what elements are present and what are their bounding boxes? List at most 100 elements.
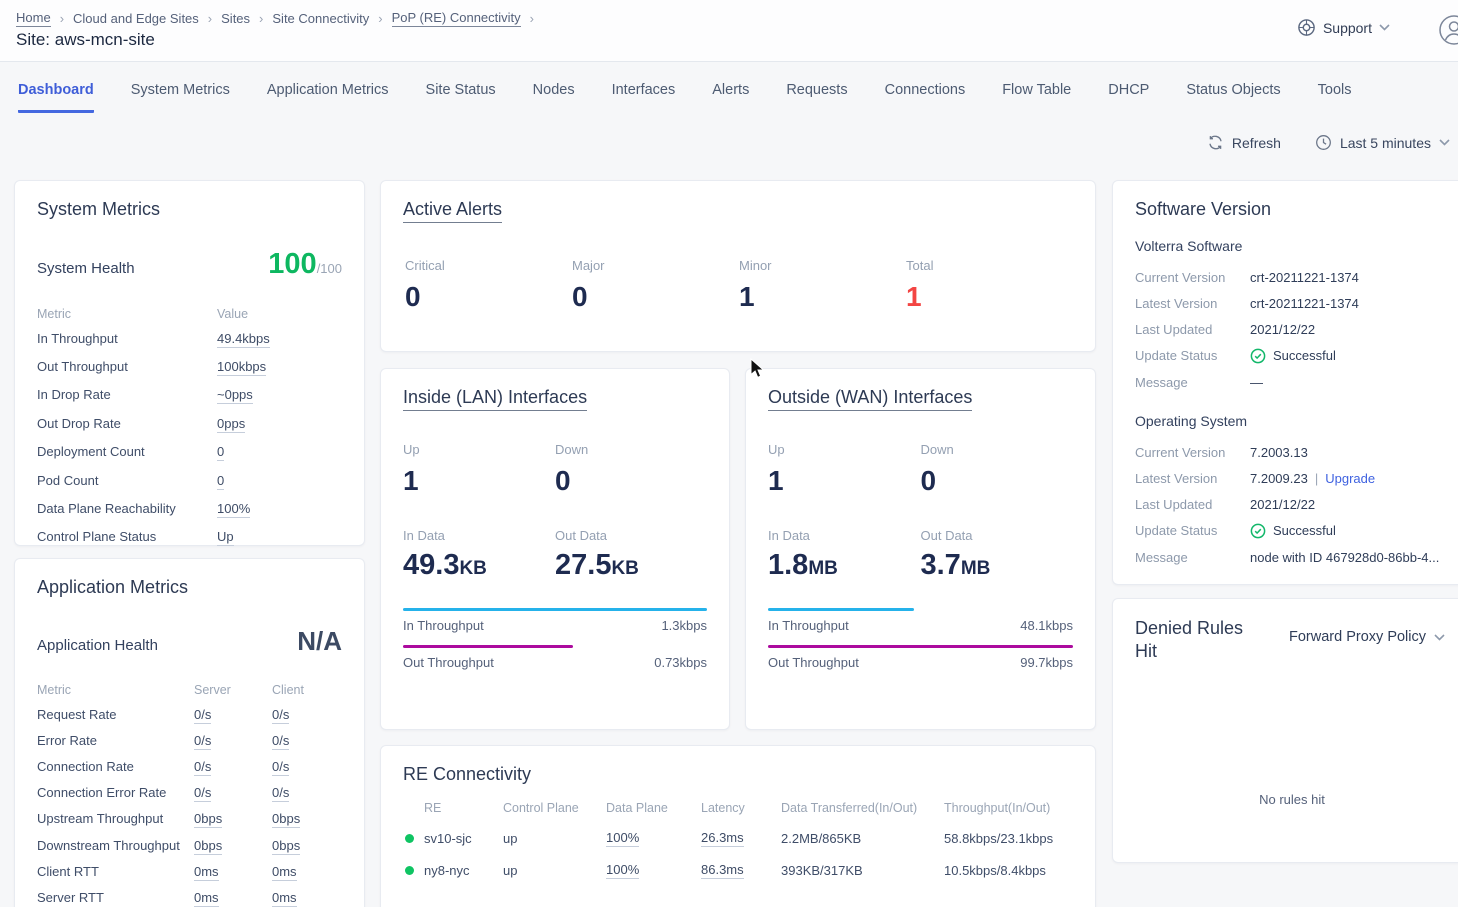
alert-stats: Critical 0 Major 0 Minor 1 Total 1 [403, 257, 1073, 313]
field-value: 7.2003.13 [1250, 445, 1308, 460]
client-value-link[interactable]: 0bps [272, 838, 300, 855]
in-throughput-value: 48.1kbps [1020, 618, 1073, 633]
life-ring-icon [1297, 18, 1316, 37]
metric-value-link[interactable]: 100% [217, 501, 250, 518]
status-dot-icon [405, 866, 414, 875]
client-value-link[interactable]: 0/s [272, 733, 289, 750]
tab[interactable]: Dashboard [18, 82, 94, 113]
metric-label: Downstream Throughput [37, 838, 194, 853]
server-value-link[interactable]: 0/s [194, 759, 211, 776]
data-transferred-value: 393KB/317KB [781, 863, 944, 878]
chevron-down-icon [1434, 634, 1445, 641]
tab[interactable]: Connections [885, 82, 966, 113]
metric-label: Upstream Throughput [37, 811, 194, 826]
system-metrics-panel: System Metrics System Health 100/100 Met… [14, 180, 365, 546]
policy-dropdown[interactable]: Forward Proxy Policy [1289, 629, 1445, 645]
out-throughput-bar [403, 645, 573, 648]
field-value: — [1250, 375, 1263, 390]
table-row: Error Rate 0/s 0/s [37, 727, 342, 753]
tab[interactable]: Interfaces [612, 82, 676, 113]
upgrade-link[interactable]: Upgrade [1325, 471, 1375, 486]
panel-title: RE Connectivity [403, 764, 1073, 785]
data-plane-link[interactable]: 100% [606, 830, 639, 847]
client-value-link[interactable]: 0ms [272, 864, 297, 881]
latency-link[interactable]: 86.3ms [701, 862, 744, 879]
software-version-row: Last Updated 2021/12/22 | [1135, 491, 1449, 517]
tab[interactable]: Nodes [533, 82, 575, 113]
chevron-down-icon [1379, 24, 1390, 31]
software-version-row: Current Version crt-20211221-1374 | [1135, 264, 1449, 290]
metric-label: Client RTT [37, 864, 194, 879]
breadcrumb-item[interactable]: Home [16, 10, 51, 27]
system-health-denominator: /100 [317, 261, 342, 276]
tab[interactable]: Alerts [712, 82, 749, 113]
table-row: Data Plane Reachability 100% [37, 495, 342, 523]
refresh-button[interactable]: Refresh [1207, 134, 1281, 151]
breadcrumb-item[interactable]: Sites [221, 11, 250, 26]
alert-stat-value: 1 [906, 281, 1073, 313]
wan-interfaces-title-link[interactable]: Outside (WAN) Interfaces [768, 387, 972, 411]
table-row: Client RTT 0ms 0ms [37, 858, 342, 884]
breadcrumb-separator-icon: › [259, 11, 263, 26]
software-version-row: Last Updated 2021/12/22 | [1135, 316, 1449, 342]
field-value: node with ID 467928d0-86bb-4... [1250, 550, 1439, 565]
tab[interactable]: Requests [786, 82, 847, 113]
field-label: Message [1135, 550, 1250, 565]
metric-value-link[interactable]: 49.4kbps [217, 331, 270, 348]
support-menu[interactable]: Support [1297, 18, 1390, 37]
policy-dropdown-value: Forward Proxy Policy [1289, 629, 1426, 645]
breadcrumb-item[interactable]: PoP (RE) Connectivity [392, 10, 521, 27]
tab[interactable]: System Metrics [131, 82, 230, 113]
metric-value-link[interactable]: ~0pps [217, 387, 253, 404]
table-row: In Drop Rate ~0pps [37, 382, 342, 410]
user-avatar-icon[interactable] [1438, 14, 1458, 46]
server-value-link[interactable]: 0/s [194, 733, 211, 750]
server-value-link[interactable]: 0/s [194, 785, 211, 802]
tab[interactable]: DHCP [1108, 82, 1149, 113]
metric-value-link[interactable]: 100kbps [217, 359, 266, 376]
lan-interfaces-title-link[interactable]: Inside (LAN) Interfaces [403, 387, 587, 411]
out-throughput-value: 0.73kbps [654, 655, 707, 670]
metric-label: Control Plane Status [37, 529, 217, 544]
client-value-link[interactable]: 0/s [272, 759, 289, 776]
latency-link[interactable]: 26.3ms [701, 830, 744, 847]
server-value-link[interactable]: 0bps [194, 838, 222, 855]
client-value-link[interactable]: 0/s [272, 707, 289, 724]
software-version-row: Update Status Successful | [1135, 342, 1449, 369]
server-value-link[interactable]: 0/s [194, 707, 211, 724]
server-value-link[interactable]: 0bps [194, 811, 222, 828]
tab[interactable]: Site Status [426, 82, 496, 113]
metric-value-link[interactable]: 0pps [217, 416, 245, 433]
metric-value-link[interactable]: Up [217, 529, 234, 546]
page-title: Site: aws-mcn-site [16, 30, 155, 50]
tab[interactable]: Tools [1318, 82, 1352, 113]
breadcrumb-item[interactable]: Site Connectivity [272, 11, 369, 26]
metric-value-link[interactable]: 0 [217, 444, 224, 461]
server-value-link[interactable]: 0ms [194, 890, 219, 907]
empty-state-text: No rules hit [1135, 792, 1449, 807]
metric-label: In Drop Rate [37, 387, 217, 402]
down-label: Down [555, 442, 588, 457]
alert-stat: Critical 0 [405, 257, 572, 313]
control-plane-value: up [503, 831, 606, 846]
server-value-link[interactable]: 0ms [194, 864, 219, 881]
active-alerts-title-link[interactable]: Active Alerts [403, 199, 502, 223]
up-label: Up [403, 442, 420, 457]
active-alerts-panel: Active Alerts Critical 0 Major 0 Minor 1… [380, 180, 1096, 352]
table-row: Request Rate 0/s 0/s [37, 701, 342, 727]
tab[interactable]: Flow Table [1002, 82, 1071, 113]
time-range-selector[interactable]: Last 5 minutes [1315, 134, 1450, 151]
breadcrumb-item[interactable]: Cloud and Edge Sites [73, 11, 199, 26]
client-value-link[interactable]: 0/s [272, 785, 289, 802]
field-label: Latest Version [1135, 296, 1250, 311]
data-plane-link[interactable]: 100% [606, 862, 639, 879]
down-label: Down [921, 442, 954, 457]
metric-value-link[interactable]: 0 [217, 473, 224, 490]
client-value-link[interactable]: 0ms [272, 890, 297, 907]
column-header-latency: Latency [701, 801, 781, 815]
out-throughput-value: 99.7kbps [1020, 655, 1073, 670]
tab[interactable]: Status Objects [1186, 82, 1280, 113]
client-value-link[interactable]: 0bps [272, 811, 300, 828]
re-name: ny8-nyc [424, 863, 470, 878]
tab[interactable]: Application Metrics [267, 82, 389, 113]
